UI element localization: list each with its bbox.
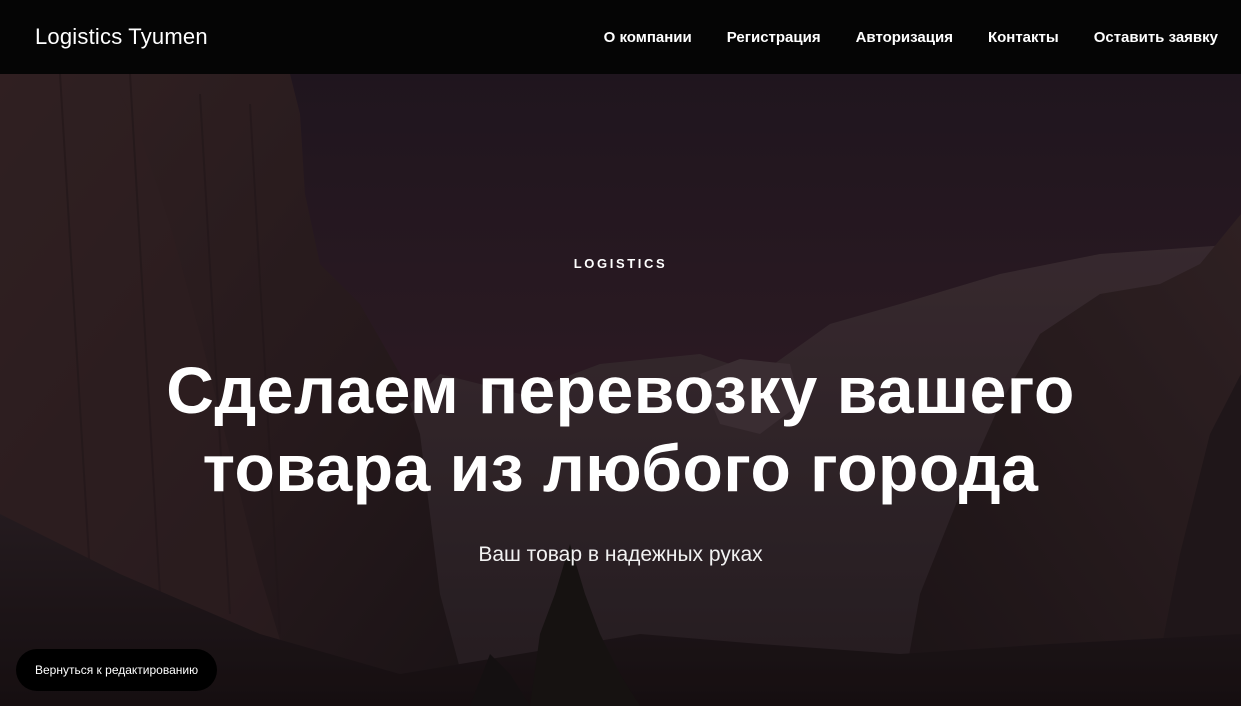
brand-logo-link[interactable]: Logistics Tyumen bbox=[35, 24, 208, 50]
return-to-editing-button[interactable]: Вернуться к редактированию bbox=[16, 649, 218, 691]
nav-link-request[interactable]: Оставить заявку bbox=[1094, 29, 1218, 46]
hero-subtitle: Ваш товар в надежных руках bbox=[478, 543, 763, 566]
nav-link-contacts[interactable]: Контакты bbox=[988, 29, 1059, 46]
hero-section: LOGISTICS Сделаем перевозку вашего товар… bbox=[0, 74, 1241, 706]
hero-content: LOGISTICS Сделаем перевозку вашего товар… bbox=[0, 74, 1241, 706]
hero-eyebrow-label: LOGISTICS bbox=[573, 256, 668, 271]
nav-link-registration[interactable]: Регистрация bbox=[727, 29, 821, 46]
hero-headline: Сделаем перевозку вашего товара из любог… bbox=[121, 351, 1121, 507]
nav-link-about[interactable]: О компании bbox=[604, 29, 692, 46]
nav-link-login[interactable]: Авторизация bbox=[856, 29, 953, 46]
hero-headline-line-2: товара из любого города bbox=[202, 431, 1039, 505]
nav-menu: О компании Регистрация Авторизация Конта… bbox=[604, 29, 1218, 46]
top-navbar: Logistics Tyumen О компании Регистрация … bbox=[0, 0, 1241, 74]
hero-headline-line-1: Сделаем перевозку вашего bbox=[166, 353, 1075, 427]
